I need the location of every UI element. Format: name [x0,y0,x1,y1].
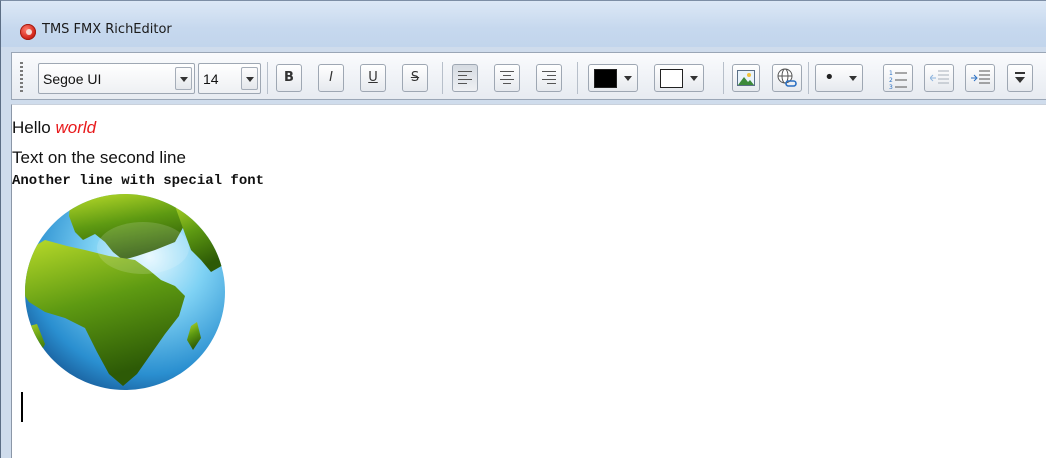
toolbar-separator [267,62,268,94]
toolbar-separator [723,62,724,94]
bullet-icon: • [824,67,835,88]
italic-button[interactable]: I [318,64,344,92]
strikethrough-label: S [410,70,420,85]
line-1-emphasis: world [55,118,97,137]
document-line-2: Text on the second line [12,148,186,167]
font-name-combobox[interactable]: Segoe UI [38,63,195,94]
chevron-down-icon[interactable] [846,68,860,88]
text-color-swatch [594,69,617,88]
globe-link-icon [777,68,797,87]
italic-label: I [329,70,333,85]
chevron-down-icon[interactable] [241,67,258,90]
increase-indent-button[interactable] [965,64,995,92]
bold-label: B [284,70,294,85]
app-logo-icon[interactable] [20,24,36,40]
window-title: TMS FMX RichEditor [42,22,172,37]
align-left-icon [458,71,472,87]
font-name-value: Segoe UI [43,71,102,87]
strikethrough-button[interactable]: S [402,64,428,92]
toolbar-overflow-button[interactable] [1007,64,1033,92]
align-left-button[interactable] [452,64,478,92]
text-cursor [21,392,23,422]
svg-text:2: 2 [889,77,893,84]
toolbar-grip[interactable] [20,62,23,94]
font-size-combobox[interactable]: 14 [198,63,261,94]
image-icon [737,70,755,86]
chevron-down-icon[interactable] [687,68,701,88]
background-color-picker[interactable] [654,64,704,92]
insert-image-button[interactable] [732,64,760,92]
globe-image[interactable] [25,194,225,390]
outdent-icon [930,70,949,84]
decrease-indent-button[interactable] [924,64,954,92]
document-line-3: Another line with special font [12,173,265,189]
toolbar-separator [442,62,443,94]
document-line-1: Hello world [12,118,96,138]
font-size-value: 14 [203,71,219,87]
align-center-icon [500,71,514,87]
bold-button[interactable]: B [276,64,302,92]
svg-text:3: 3 [889,84,893,89]
chevron-down-icon[interactable] [621,68,635,88]
indent-icon [971,70,990,84]
bullet-style-picker[interactable]: • [815,64,863,92]
toolbar-separator [577,62,578,94]
chevron-down-icon[interactable] [175,67,192,90]
align-right-icon [542,71,556,87]
toolbar-separator [808,62,809,94]
text-color-picker[interactable] [588,64,638,92]
numbered-list-icon: 1 2 3 [889,70,907,89]
insert-hyperlink-button[interactable] [772,64,802,92]
background-color-swatch [660,69,683,88]
chevron-down-icon [1015,72,1025,83]
align-center-button[interactable] [494,64,520,92]
align-right-button[interactable] [536,64,562,92]
numbered-list-button[interactable]: 1 2 3 [883,64,913,92]
svg-text:1: 1 [889,70,893,77]
line-1-text: Hello [12,118,51,137]
underline-label: U [368,70,378,85]
underline-button[interactable]: U [360,64,386,92]
